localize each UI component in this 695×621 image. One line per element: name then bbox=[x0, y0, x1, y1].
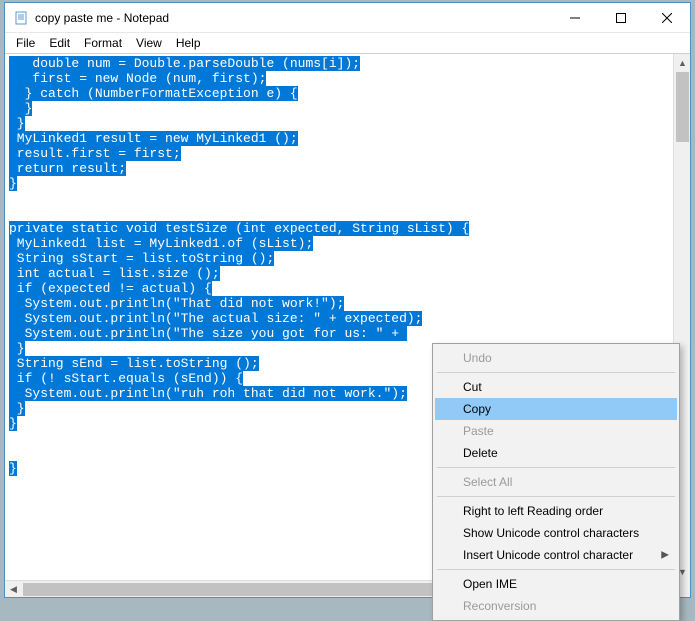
context-menu-item[interactable]: Show Unicode control characters bbox=[435, 522, 677, 544]
code-line: } bbox=[9, 101, 673, 116]
context-menu-separator bbox=[437, 372, 675, 373]
window-title: copy paste me - Notepad bbox=[35, 11, 169, 25]
menubar: File Edit Format View Help bbox=[5, 33, 690, 53]
menu-format[interactable]: Format bbox=[77, 35, 129, 51]
context-menu-item[interactable]: Insert Unicode control character▶ bbox=[435, 544, 677, 566]
context-menu-item[interactable]: Right to left Reading order bbox=[435, 500, 677, 522]
context-menu-separator bbox=[437, 467, 675, 468]
context-menu-separator bbox=[437, 569, 675, 570]
submenu-arrow-icon: ▶ bbox=[661, 550, 669, 561]
code-line: private static void testSize (int expect… bbox=[9, 221, 673, 236]
context-menu-item: Paste bbox=[435, 420, 677, 442]
context-menu-separator bbox=[437, 496, 675, 497]
close-button[interactable] bbox=[644, 3, 690, 33]
code-line: if (expected != actual) { bbox=[9, 281, 673, 296]
maximize-button[interactable] bbox=[598, 3, 644, 33]
minimize-button[interactable] bbox=[552, 3, 598, 33]
code-line: first = new Node (num, first); bbox=[9, 71, 673, 86]
vertical-scroll-thumb[interactable] bbox=[676, 72, 689, 142]
code-line: String sStart = list.toString (); bbox=[9, 251, 673, 266]
context-menu-item[interactable]: Cut bbox=[435, 376, 677, 398]
context-menu-item: Undo bbox=[435, 347, 677, 369]
menu-file[interactable]: File bbox=[9, 35, 42, 51]
code-line: } catch (NumberFormatException e) { bbox=[9, 86, 673, 101]
context-menu-item[interactable]: Open IME bbox=[435, 573, 677, 595]
code-line bbox=[9, 191, 673, 206]
code-line: } bbox=[9, 176, 673, 191]
scroll-left-icon[interactable]: ◀ bbox=[5, 581, 22, 597]
code-line: System.out.println("The size you got for… bbox=[9, 326, 673, 341]
scroll-up-icon[interactable]: ▲ bbox=[674, 54, 690, 71]
context-menu-item: Select All bbox=[435, 471, 677, 493]
context-menu-item[interactable]: Delete bbox=[435, 442, 677, 464]
titlebar: copy paste me - Notepad bbox=[5, 3, 690, 33]
code-line: result.first = first; bbox=[9, 146, 673, 161]
code-line: MyLinked1 result = new MyLinked1 (); bbox=[9, 131, 673, 146]
code-line: return result; bbox=[9, 161, 673, 176]
notepad-icon bbox=[13, 10, 29, 26]
menu-help[interactable]: Help bbox=[169, 35, 208, 51]
code-line bbox=[9, 206, 673, 221]
code-line: System.out.println("The actual size: " +… bbox=[9, 311, 673, 326]
menu-edit[interactable]: Edit bbox=[42, 35, 77, 51]
code-line: System.out.println("That did not work!")… bbox=[9, 296, 673, 311]
menu-view[interactable]: View bbox=[129, 35, 169, 51]
code-line: MyLinked1 list = MyLinked1.of (sList); bbox=[9, 236, 673, 251]
code-line: } bbox=[9, 116, 673, 131]
code-line: int actual = list.size (); bbox=[9, 266, 673, 281]
context-menu-item: Reconversion bbox=[435, 595, 677, 617]
horizontal-scroll-thumb[interactable] bbox=[23, 583, 443, 596]
context-menu-item[interactable]: Copy bbox=[435, 398, 677, 420]
code-line: double num = Double.parseDouble (nums[i]… bbox=[9, 56, 673, 71]
context-menu: Undo CutCopyPasteDelete Select All Right to… bbox=[432, 343, 680, 621]
